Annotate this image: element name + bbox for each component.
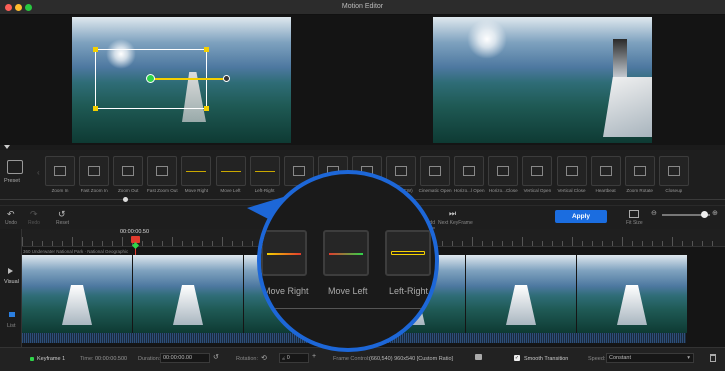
magnified-left-right-label: Left-Right	[389, 286, 429, 296]
left-right-line-icon	[391, 251, 425, 255]
magnified-scrollbar	[261, 308, 435, 309]
magnifier-callout: Move Right Move Left Left-Right	[257, 170, 439, 352]
magnified-left-right-thumb	[385, 230, 431, 276]
magnified-move-right-label: Move Right	[263, 286, 309, 296]
magnified-move-left-thumb	[323, 230, 369, 276]
magnified-move-right-thumb	[261, 230, 307, 276]
move-right-line-icon	[267, 253, 301, 255]
magnified-move-left-label: Move Left	[328, 286, 368, 296]
move-left-line-icon	[329, 253, 363, 255]
